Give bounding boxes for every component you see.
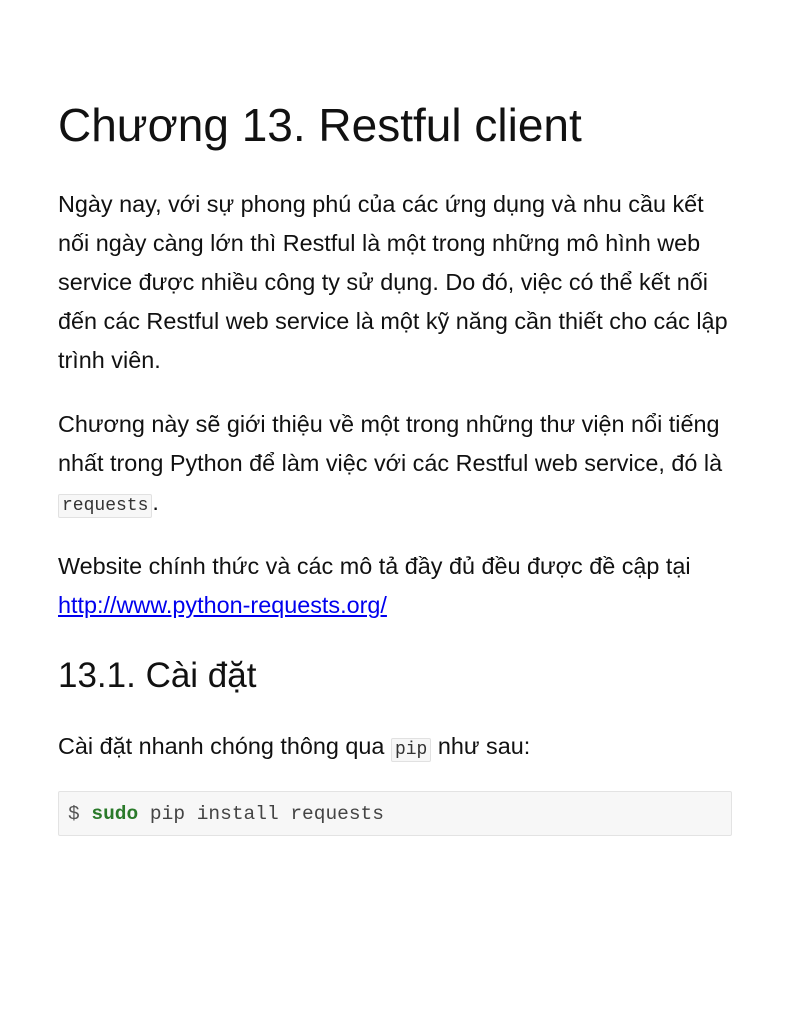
website-paragraph-text: Website chính thức và các mô tả đầy đủ đ…: [58, 553, 691, 579]
install-paragraph-text: Cài đặt nhanh chóng thông qua: [58, 733, 391, 759]
install-paragraph-end: như sau:: [431, 733, 531, 759]
install-code-block[interactable]: $ sudo pip install requests: [58, 791, 732, 836]
library-paragraph-text: Chương này sẽ giới thiệu về một trong nh…: [58, 411, 723, 476]
intro-paragraph: Ngày nay, với sự phong phú của các ứng d…: [58, 191, 728, 373]
website-paragraph: Website chính thức và các mô tả đầy đủ đ…: [58, 547, 734, 625]
shell-prompt: $: [68, 803, 92, 825]
inline-code-pip: pip: [390, 738, 432, 762]
inline-code-requests: requests: [58, 494, 153, 518]
library-paragraph: Chương này sẽ giới thiệu về một trong nh…: [58, 405, 734, 526]
shell-command-sudo: sudo: [91, 803, 139, 825]
shell-command-args: pip install requests: [138, 803, 384, 825]
library-paragraph-end: .: [152, 489, 159, 515]
section-title: 13.1. Cài đặt: [58, 656, 257, 695]
install-paragraph: Cài đặt nhanh chóng thông qua pip như sa…: [58, 727, 734, 770]
chapter-title: Chương 13. Restful client: [58, 99, 582, 151]
requests-website-link[interactable]: http://www.python-requests.org/: [58, 592, 387, 618]
